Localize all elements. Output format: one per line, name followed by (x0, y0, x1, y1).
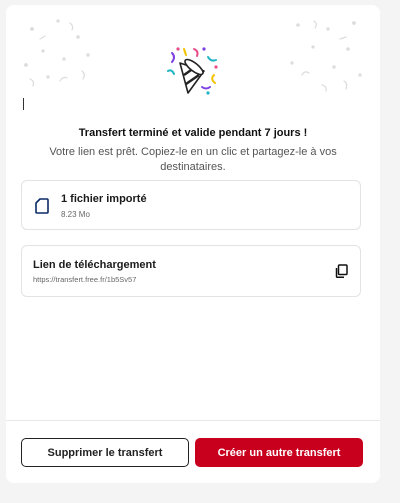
download-link-title: Lien de téléchargement (33, 259, 156, 271)
file-icon (35, 198, 49, 214)
transfer-complete-subtitle: Votre lien est prêt. Copiez-le en un cli… (49, 146, 337, 173)
party-popper-icon (167, 47, 218, 95)
footer-divider (6, 420, 380, 421)
confetti-decoration-left (24, 19, 90, 87)
confetti-decoration-right (290, 20, 362, 92)
text-cursor (23, 98, 24, 110)
copy-icon[interactable] (334, 264, 348, 278)
download-link-url[interactable]: https://transfert.free.fr/1b5Sv57 (33, 275, 136, 284)
create-transfer-button[interactable]: Créer un autre transfert (195, 438, 363, 467)
file-summary-box: 1 fichier importé 8.23 Mo (21, 180, 361, 230)
delete-transfer-button[interactable]: Supprimer le transfert (21, 438, 189, 467)
file-size-label: 8.23 Mo (61, 210, 90, 219)
download-link-box[interactable]: Lien de téléchargement https://transfert… (21, 245, 361, 297)
transfer-complete-card: Transfert terminé et valide pendant 7 jo… (6, 5, 380, 483)
file-count-label: 1 fichier importé (61, 193, 147, 205)
transfer-complete-title: Transfert terminé et valide pendant 7 jo… (78, 127, 308, 139)
